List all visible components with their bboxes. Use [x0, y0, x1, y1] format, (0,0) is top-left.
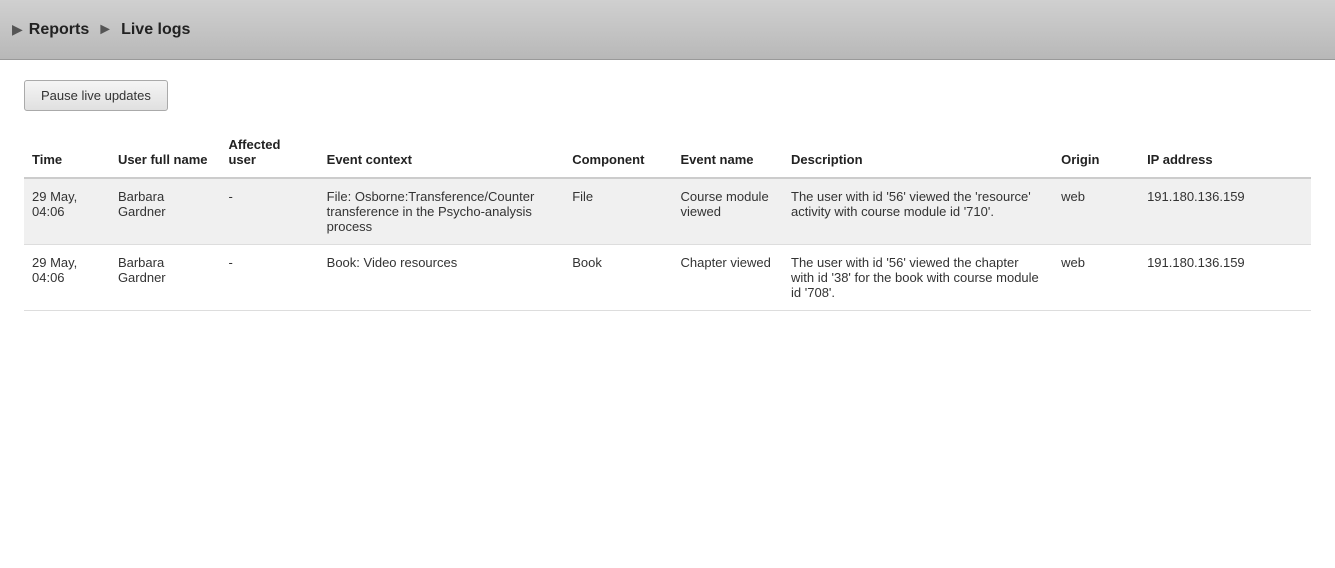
col-header-ip-address: IP address: [1139, 131, 1311, 178]
log-table: Time User full name Affected user Event …: [24, 131, 1311, 311]
cell-affected-user: -: [220, 178, 318, 245]
breadcrumb-separator: ►: [97, 21, 113, 39]
cell-time: 29 May, 04:06: [24, 178, 110, 245]
cell-event-name: Course module viewed: [673, 178, 784, 245]
cell-event-name: Chapter viewed: [673, 245, 784, 311]
cell-description: The user with id '56' viewed the chapter…: [783, 245, 1053, 311]
content-area: Pause live updates Time User full name A…: [0, 60, 1335, 331]
col-header-event-name: Event name: [673, 131, 784, 178]
col-header-time: Time: [24, 131, 110, 178]
table-header-row: Time User full name Affected user Event …: [24, 131, 1311, 178]
table-row: 29 May, 04:06Barbara Gardner-File: Osbor…: [24, 178, 1311, 245]
cell-affected-user: -: [220, 245, 318, 311]
breadcrumb-parent[interactable]: Reports: [29, 21, 89, 39]
cell-origin: web: [1053, 245, 1139, 311]
cell-description: The user with id '56' viewed the 'resour…: [783, 178, 1053, 245]
table-row: 29 May, 04:06Barbara Gardner-Book: Video…: [24, 245, 1311, 311]
cell-user-full-name: Barbara Gardner: [110, 178, 221, 245]
cell-ip-address: 191.180.136.159: [1139, 245, 1311, 311]
col-header-origin: Origin: [1053, 131, 1139, 178]
cell-event-context: File: Osborne:Transference/Counter trans…: [319, 178, 565, 245]
cell-event-context: Book: Video resources: [319, 245, 565, 311]
breadcrumb-current: Live logs: [121, 21, 190, 39]
cell-user-full-name: Barbara Gardner: [110, 245, 221, 311]
col-header-affected-user: Affected user: [220, 131, 318, 178]
col-header-description: Description: [783, 131, 1053, 178]
pause-live-updates-button[interactable]: Pause live updates: [24, 80, 168, 111]
cell-component: File: [564, 178, 672, 245]
col-header-event-context: Event context: [319, 131, 565, 178]
col-header-component: Component: [564, 131, 672, 178]
col-header-user-full-name: User full name: [110, 131, 221, 178]
cell-origin: web: [1053, 178, 1139, 245]
breadcrumb-bar: ▶ Reports ► Live logs: [0, 0, 1335, 60]
cell-time: 29 May, 04:06: [24, 245, 110, 311]
cell-ip-address: 191.180.136.159: [1139, 178, 1311, 245]
cell-component: Book: [564, 245, 672, 311]
table-body: 29 May, 04:06Barbara Gardner-File: Osbor…: [24, 178, 1311, 311]
breadcrumb-arrow-icon: ▶: [12, 21, 23, 38]
